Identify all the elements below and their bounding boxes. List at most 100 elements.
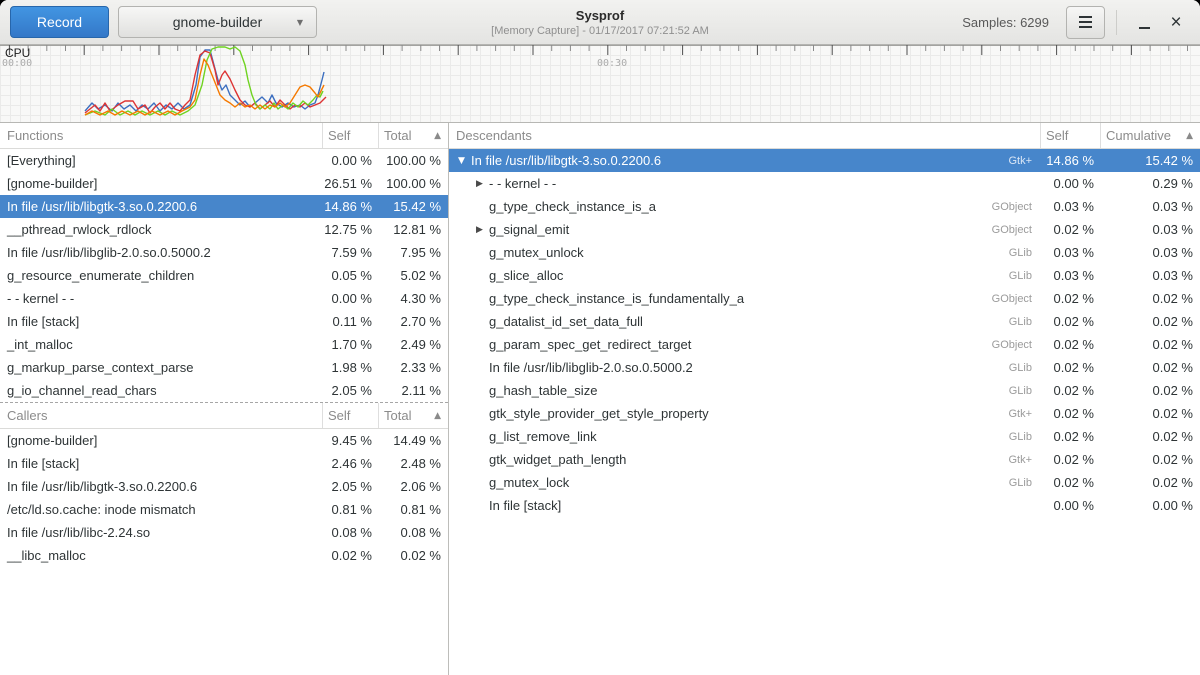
table-row[interactable]: [Everything]0.00 %100.00 % [0,149,448,172]
descendant-name-cell: g_slice_allocGLib [449,268,1040,283]
descendants-self-column-header[interactable]: Self [1040,123,1100,148]
table-row[interactable]: _int_malloc1.70 %2.49 % [0,333,448,356]
table-row[interactable]: g_resource_enumerate_children0.05 %5.02 … [0,264,448,287]
self-percent: 0.08 % [322,525,378,540]
callers-self-column-header[interactable]: Self [322,403,378,428]
callers-column-header[interactable]: Callers [0,403,322,428]
tree-row[interactable]: g_mutex_lockGLib0.02 %0.02 % [449,471,1200,494]
tree-row[interactable]: ▶g_signal_emitGObject0.02 %0.03 % [449,218,1200,241]
self-percent: 14.86 % [1040,153,1100,168]
tree-row[interactable]: ▼In file /usr/lib/libgtk-3.so.0.2200.6Gt… [449,149,1200,172]
tree-row[interactable]: g_hash_table_sizeGLib0.02 %0.02 % [449,379,1200,402]
total-percent: 2.11 % [378,383,448,398]
descendant-name-cell: g_list_remove_linkGLib [449,429,1040,444]
self-percent: 0.02 % [1040,360,1100,375]
library-tag: GLib [1009,477,1040,489]
tree-row[interactable]: g_type_check_instance_is_aGObject0.03 %0… [449,195,1200,218]
self-percent: 0.03 % [1040,245,1100,260]
table-row[interactable]: [gnome-builder]26.51 %100.00 % [0,172,448,195]
descendant-name: g_param_spec_get_redirect_target [489,337,691,352]
descendant-name-cell: ▶g_signal_emitGObject [449,222,1040,237]
total-percent: 14.49 % [378,433,448,448]
function-name: In file /usr/lib/libgtk-3.so.0.2200.6 [0,199,322,214]
table-row[interactable]: __pthread_rwlock_rdlock12.75 %12.81 % [0,218,448,241]
expander-open-icon[interactable]: ▼ [458,156,471,166]
descendant-name: g_type_check_instance_is_a [489,199,656,214]
functions-total-column-header[interactable]: Total ▲ [378,123,448,148]
functions-self-column-header[interactable]: Self [322,123,378,148]
descendant-name-cell: In file [stack] [449,498,1040,513]
descendant-name: g_hash_table_size [489,383,597,398]
window-subtitle: [Memory Capture] - 01/17/2017 07:21:52 A… [491,25,709,37]
library-tag: GObject [992,293,1040,305]
library-tag: GLib [1009,270,1040,282]
tree-row[interactable]: ▶- - kernel - -0.00 %0.29 % [449,172,1200,195]
tree-row[interactable]: g_param_spec_get_redirect_targetGObject 0… [449,333,1200,356]
callers-table: [gnome-builder]9.45 %14.49 %In file [sta… [0,429,448,567]
tree-row[interactable]: g_slice_allocGLib0.03 %0.03 % [449,264,1200,287]
total-percent: 2.49 % [378,337,448,352]
function-name: In file /usr/lib/libgtk-3.so.0.2200.6 [0,479,322,494]
descendant-name: In file /usr/lib/libgtk-3.so.0.2200.6 [471,153,661,168]
cumulative-percent: 0.02 % [1100,337,1200,352]
descendants-cumulative-column-header[interactable]: Cumulative ▲ [1100,123,1200,148]
tree-row[interactable]: gtk_widget_path_lengthGtk+0.02 %0.02 % [449,448,1200,471]
descendant-name-cell: g_mutex_lockGLib [449,475,1040,490]
table-row[interactable]: In file /usr/lib/libgtk-3.so.0.2200.614.… [0,195,448,218]
process-selector-dropdown[interactable]: gnome-builder ▼ [118,6,317,38]
cpu-timeline-graph[interactable]: CPU 00:00 00:30 [0,45,1200,123]
library-tag: GObject [992,201,1040,213]
self-percent: 7.59 % [322,245,378,260]
descendant-name: In file [stack] [489,498,561,513]
total-percent: 2.70 % [378,314,448,329]
function-name: g_markup_parse_context_parse [0,360,322,375]
cpu-graph-canvas [0,45,1200,121]
function-name: [Everything] [0,153,322,168]
table-row[interactable]: In file /usr/lib/libgtk-3.so.0.2200.62.0… [0,475,448,498]
sort-ascending-icon: ▲ [1186,131,1193,141]
window-title: Sysprof [576,8,624,23]
table-row[interactable]: /etc/ld.so.cache: inode mismatch0.81 %0.… [0,498,448,521]
functions-column-header[interactable]: Functions [0,123,322,148]
record-button[interactable]: Record [10,6,109,38]
descendant-name: g_datalist_id_set_data_full [489,314,643,329]
self-percent: 0.00 % [1040,176,1100,191]
minimize-button[interactable] [1128,7,1160,38]
function-name: _int_malloc [0,337,322,352]
descendant-name-cell: g_param_spec_get_redirect_targetGObject [449,337,1040,352]
self-percent: 0.03 % [1040,268,1100,283]
menu-button[interactable] [1066,6,1105,39]
expander-closed-icon[interactable]: ▶ [476,225,489,235]
table-row[interactable]: g_markup_parse_context_parse1.98 %2.33 % [0,356,448,379]
samples-count: Samples: 6299 [962,15,1049,30]
tree-row[interactable]: g_list_remove_linkGLib0.02 %0.02 % [449,425,1200,448]
table-row[interactable]: In file [stack]0.11 %2.70 % [0,310,448,333]
tree-row[interactable]: g_mutex_unlockGLib0.03 %0.03 % [449,241,1200,264]
table-row[interactable]: [gnome-builder]9.45 %14.49 % [0,429,448,452]
self-percent: 0.00 % [322,291,378,306]
table-row[interactable]: In file /usr/lib/libglib-2.0.so.0.5000.2… [0,241,448,264]
library-tag: GLib [1009,362,1040,374]
table-row[interactable]: g_io_channel_read_chars2.05 %2.11 % [0,379,448,402]
function-name: [gnome-builder] [0,176,322,191]
tree-row[interactable]: g_datalist_id_set_data_fullGLib0.02 %0.0… [449,310,1200,333]
tree-row[interactable]: gtk_style_provider_get_style_propertyGtk… [449,402,1200,425]
expander-closed-icon[interactable]: ▶ [476,179,489,189]
callers-total-column-header[interactable]: Total ▲ [378,403,448,428]
table-row[interactable]: - - kernel - -0.00 %4.30 % [0,287,448,310]
tree-row[interactable]: g_type_check_instance_is_fundamentally_a… [449,287,1200,310]
descendant-name-cell: In file /usr/lib/libglib-2.0.so.0.5000.2… [449,360,1040,375]
sysprof-window: Record gnome-builder ▼ Sysprof [Memory C… [0,0,1200,675]
cumulative-percent: 0.03 % [1100,268,1200,283]
table-row[interactable]: In file /usr/lib/libc-2.24.so0.08 %0.08 … [0,521,448,544]
function-name: g_resource_enumerate_children [0,268,322,283]
function-name: g_io_channel_read_chars [0,383,322,398]
tree-row[interactable]: In file [stack]0.00 %0.00 % [449,494,1200,517]
tree-row[interactable]: In file /usr/lib/libglib-2.0.so.0.5000.2… [449,356,1200,379]
total-percent: 7.95 % [378,245,448,260]
descendants-column-header[interactable]: Descendants [449,123,1040,148]
table-row[interactable]: __libc_malloc0.02 %0.02 % [0,544,448,567]
table-row[interactable]: In file [stack]2.46 %2.48 % [0,452,448,475]
library-tag: GLib [1009,431,1040,443]
close-button[interactable]: × [1160,7,1192,38]
